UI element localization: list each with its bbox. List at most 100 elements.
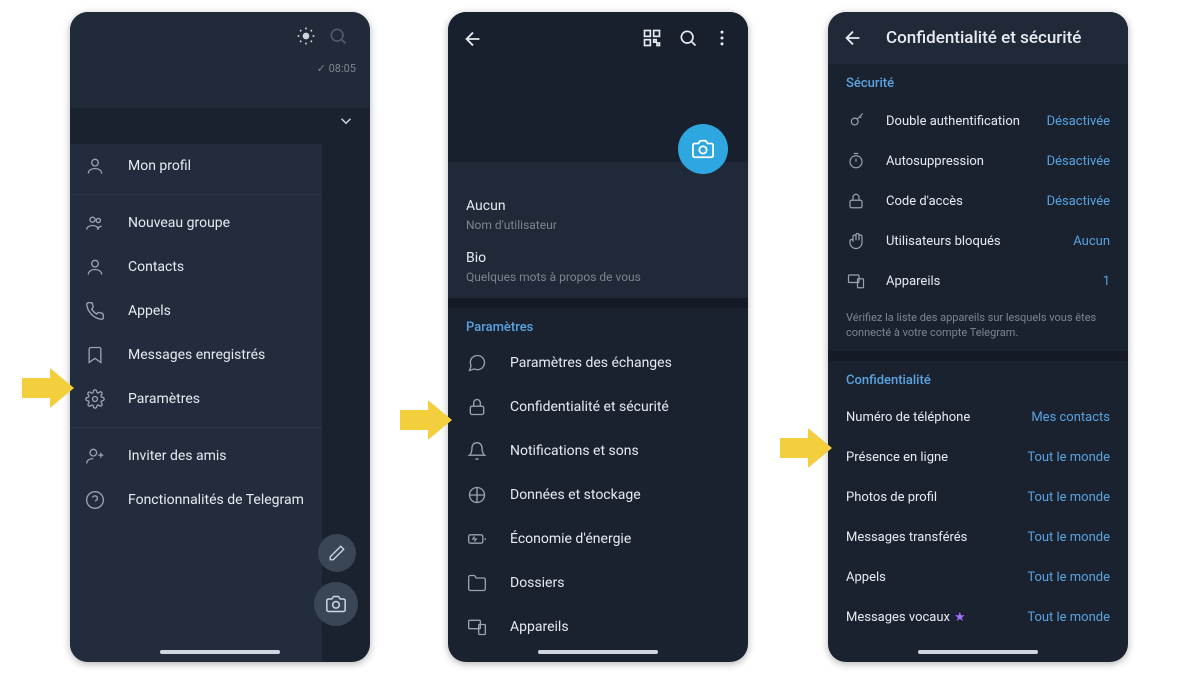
phone-privacy-security: Confidentialité et sécurité Sécurité Dou…: [828, 12, 1128, 662]
security-section: Double authentification Désactivée Autos…: [828, 97, 1128, 305]
phone-settings: Aucun Nom d'utilisateur Bio Quelques mot…: [448, 12, 748, 662]
menu-item-new-group[interactable]: Nouveau groupe: [70, 201, 322, 245]
row-value: Tout le monde: [1027, 530, 1110, 545]
row-value: Tout le monde: [1027, 490, 1110, 505]
setting-data[interactable]: Données et stockage: [448, 473, 748, 517]
menu-item-label: Appels: [128, 303, 171, 319]
row-label: Présence en ligne: [846, 450, 948, 465]
setting-battery[interactable]: Économie d'énergie: [448, 517, 748, 561]
group-icon: [84, 213, 106, 233]
menu-item-profile[interactable]: Mon profil: [70, 144, 322, 188]
lock-icon: [846, 192, 866, 210]
username-value[interactable]: Aucun: [466, 198, 730, 214]
row-label: Photos de profil: [846, 490, 937, 505]
hand-icon: [846, 232, 866, 250]
data-icon: [466, 485, 488, 505]
row-label: Double authentification: [886, 114, 1020, 129]
row-value: Tout le monde: [1027, 610, 1110, 625]
setting-label: Économie d'énergie: [510, 531, 631, 547]
premium-star-icon: ★: [954, 610, 966, 625]
bio-caption: Quelques mots à propos de vous: [466, 270, 730, 284]
menu-item-label: Paramètres: [128, 391, 200, 407]
setting-label: Dossiers: [510, 575, 564, 591]
phone-icon: [84, 301, 106, 321]
menu-item-label: Messages enregistrés: [128, 347, 265, 363]
row-profile-photo[interactable]: Photos de profil Tout le monde: [828, 478, 1128, 518]
bell-icon: [466, 441, 488, 461]
row-label: Appareils: [886, 274, 940, 289]
row-last-seen[interactable]: Présence en ligne Tout le monde: [828, 438, 1128, 478]
row-value: 1: [1103, 274, 1110, 289]
bio-label[interactable]: Bio: [466, 250, 730, 266]
chat-background: ✓ 08:05: [70, 12, 370, 108]
menu-item-label: Nouveau groupe: [128, 215, 230, 231]
nav-bar-indicator: [918, 650, 1038, 654]
setting-devices[interactable]: Appareils: [448, 605, 748, 649]
search-icon[interactable]: [328, 26, 348, 46]
row-value: Désactivée: [1047, 114, 1110, 129]
more-icon[interactable]: [712, 28, 732, 48]
gear-icon: [84, 389, 106, 409]
row-calls[interactable]: Appels Tout le monde: [828, 558, 1128, 598]
edit-fab[interactable]: [318, 534, 356, 572]
row-label: Code d'accès: [886, 194, 963, 209]
setting-folders[interactable]: Dossiers: [448, 561, 748, 605]
menu-item-features[interactable]: Fonctionnalités de Telegram: [70, 478, 322, 522]
devices-icon: [466, 617, 488, 637]
setting-label: Notifications et sons: [510, 443, 639, 459]
search-icon[interactable]: [678, 28, 698, 48]
battery-icon: [466, 529, 488, 549]
message-timestamp: ✓ 08:05: [317, 62, 356, 75]
privacy-section-label: Confidentialité: [828, 361, 1128, 394]
menu-item-label: Mon profil: [128, 158, 191, 174]
row-value: Tout le monde: [1027, 570, 1110, 585]
row-passcode[interactable]: Code d'accès Désactivée: [828, 181, 1128, 221]
separator: [70, 194, 322, 195]
row-value: Aucun: [1073, 234, 1110, 249]
setting-notifications[interactable]: Notifications et sons: [448, 429, 748, 473]
setting-chat-settings[interactable]: Paramètres des échanges: [448, 341, 748, 385]
back-icon[interactable]: [842, 27, 864, 49]
section-gap: [828, 351, 1128, 361]
row-value: Tout le monde: [1027, 450, 1110, 465]
yellow-arrow-icon: [22, 368, 74, 408]
row-blocked[interactable]: Utilisateurs bloqués Aucun: [828, 221, 1128, 261]
row-autodelete[interactable]: Autosuppression Désactivée: [828, 141, 1128, 181]
qr-icon[interactable]: [642, 28, 662, 48]
chevron-down-icon[interactable]: [337, 112, 355, 130]
nav-bar-indicator: [538, 650, 658, 654]
setting-privacy[interactable]: Confidentialité et sécurité: [448, 385, 748, 429]
menu-item-saved[interactable]: Messages enregistrés: [70, 333, 322, 377]
setting-label: Paramètres des échanges: [510, 355, 672, 371]
menu-item-label: Fonctionnalités de Telegram: [128, 492, 304, 508]
menu-item-contacts[interactable]: Contacts: [70, 245, 322, 289]
yellow-arrow-icon: [780, 428, 832, 468]
row-devices[interactable]: Appareils 1: [828, 261, 1128, 301]
setting-label: Confidentialité et sécurité: [510, 399, 669, 415]
add-user-icon: [84, 446, 106, 466]
row-value: Désactivée: [1047, 194, 1110, 209]
row-2fa[interactable]: Double authentification Désactivée: [828, 101, 1128, 141]
menu-item-settings[interactable]: Paramètres: [70, 377, 322, 421]
menu-item-invite[interactable]: Inviter des amis: [70, 434, 322, 478]
privacy-section: Numéro de téléphone Mes contacts Présenc…: [828, 394, 1128, 642]
camera-fab[interactable]: [314, 582, 358, 626]
user-icon: [84, 156, 106, 176]
separator: [70, 427, 322, 428]
row-label: Autosuppression: [886, 154, 984, 169]
username-caption: Nom d'utilisateur: [466, 218, 730, 232]
row-voice[interactable]: Messages vocaux★ Tout le monde: [828, 598, 1128, 638]
yellow-arrow-icon: [400, 400, 452, 440]
setting-label: Données et stockage: [510, 487, 641, 503]
camera-fab[interactable]: [678, 124, 728, 174]
timer-icon: [846, 152, 866, 170]
theme-toggle-icon[interactable]: [296, 26, 316, 46]
chat-icon: [466, 353, 488, 373]
lock-icon: [466, 397, 488, 417]
back-icon[interactable]: [462, 28, 484, 50]
row-label: Appels: [846, 570, 886, 585]
row-forwarded[interactable]: Messages transférés Tout le monde: [828, 518, 1128, 558]
row-phone-number[interactable]: Numéro de téléphone Mes contacts: [828, 398, 1128, 438]
contact-icon: [84, 257, 106, 277]
menu-item-calls[interactable]: Appels: [70, 289, 322, 333]
